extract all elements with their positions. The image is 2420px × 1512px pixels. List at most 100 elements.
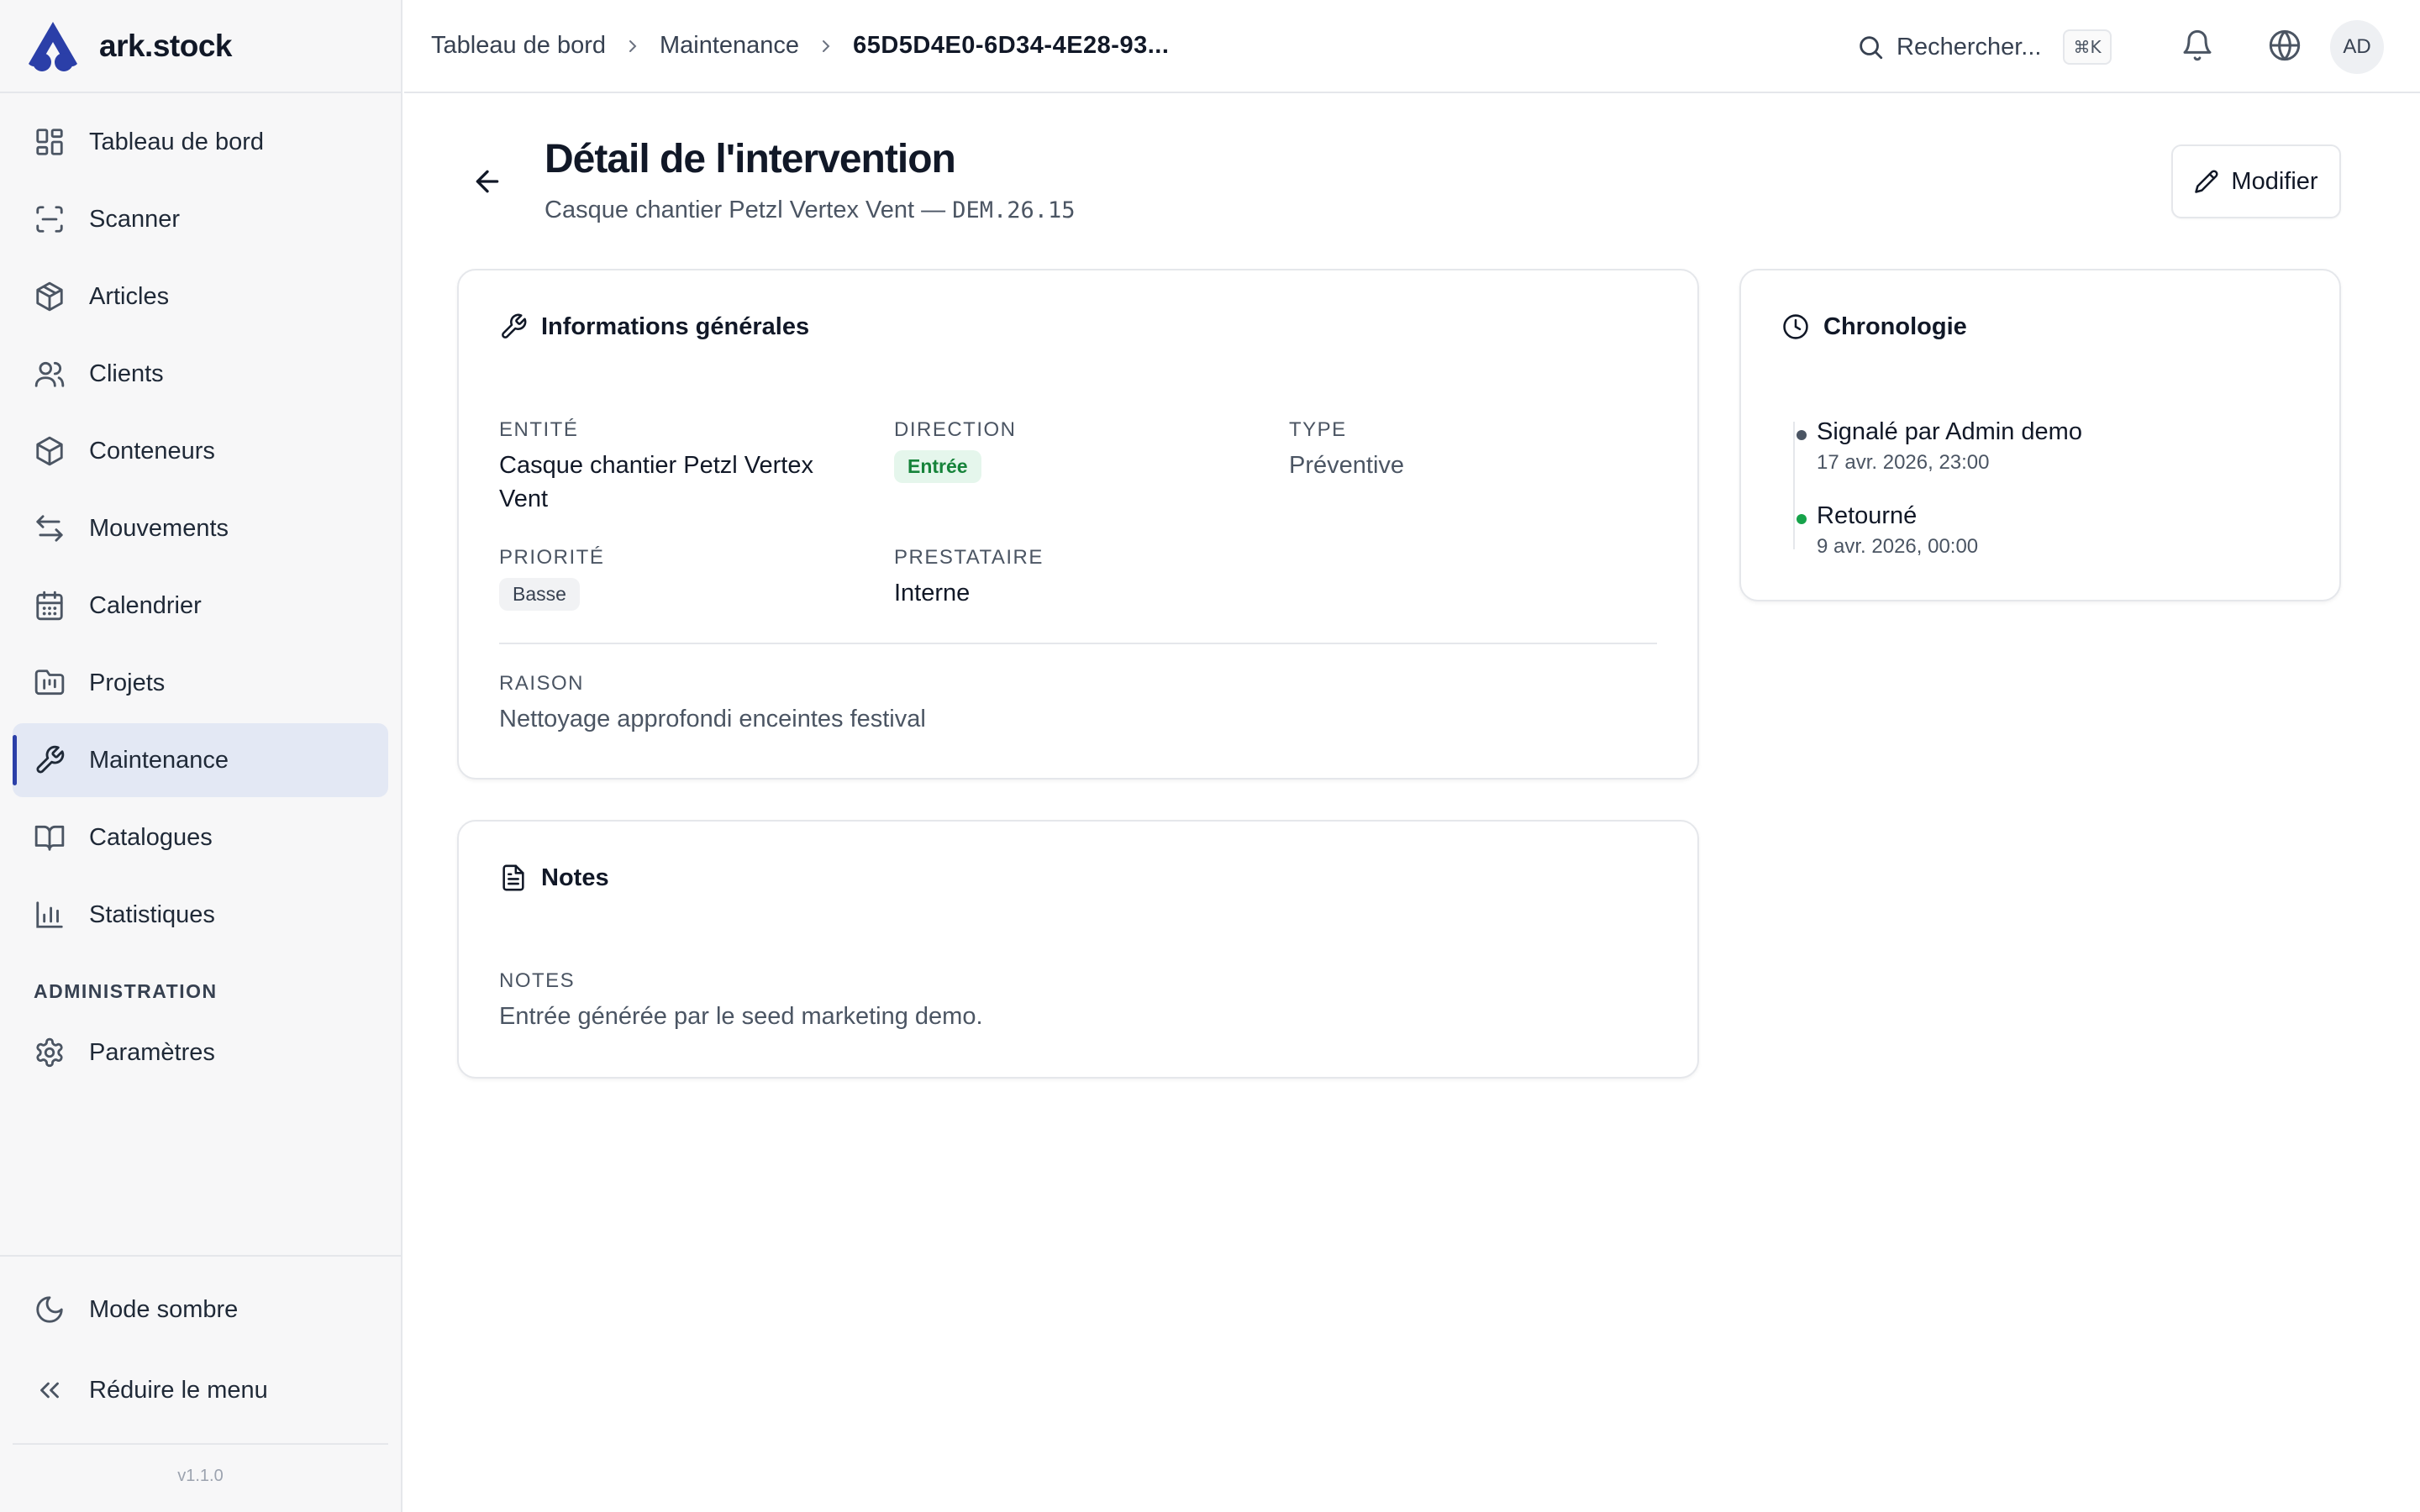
timeline-event-date: 17 avr. 2026, 23:00 xyxy=(1817,451,1990,474)
field-priority: Priorité Basse xyxy=(499,546,604,611)
field-direction: Direction Entrée xyxy=(894,418,1017,483)
subtitle-entity: Casque chantier Petzl Vertex Vent — xyxy=(544,197,953,223)
collapse-menu-button[interactable]: Réduire le menu xyxy=(13,1352,388,1428)
field-reason: Raison Nettoyage approfondi enceintes fe… xyxy=(499,672,926,736)
field-label: Raison xyxy=(499,672,585,695)
sidebar-item-projets[interactable]: Projets xyxy=(13,646,388,720)
field-value: Nettoyage approfondi enceintes festival xyxy=(499,706,926,732)
box-icon xyxy=(36,281,63,312)
timeline-card: Chronologie Signalé par Admin demo 17 av… xyxy=(1739,269,2341,601)
page-title: Détail de l'intervention xyxy=(544,137,956,181)
container-icon xyxy=(36,436,63,466)
breadcrumb-item-maintenance[interactable]: Maintenance xyxy=(660,32,799,60)
field-value: Entrée générée par le seed marketing dem… xyxy=(499,1003,983,1030)
card-title: Notes xyxy=(541,864,609,891)
sidebar-item-calendrier[interactable]: Calendrier xyxy=(13,569,388,643)
scan-icon xyxy=(36,206,63,233)
sidebar-item-maintenance[interactable]: Maintenance xyxy=(13,723,388,797)
divider xyxy=(499,643,1657,644)
app-name: ark.stock xyxy=(99,28,233,63)
sidebar-item-conteneurs[interactable]: Conteneurs xyxy=(13,414,388,488)
sidebar-item-label: Maintenance xyxy=(89,746,229,774)
dashboard-icon xyxy=(36,129,63,155)
version-label: v1.1.0 xyxy=(177,1467,224,1485)
field-notes: Notes Entrée générée par le seed marketi… xyxy=(499,969,983,1033)
priority-badge: Basse xyxy=(499,578,580,611)
sidebar-item-tableau-de-bord[interactable]: Tableau de bord xyxy=(13,105,388,179)
timeline-line xyxy=(1793,422,1795,549)
bell-icon[interactable] xyxy=(2181,29,2214,62)
sidebar-item-label: Scanner xyxy=(89,205,181,233)
sidebar-item-parametres[interactable]: Paramètres xyxy=(13,1016,388,1089)
app-version: v1.1.0 xyxy=(13,1443,388,1486)
sidebar-item-label: Clients xyxy=(89,360,164,387)
sidebar-footer: Mode sombre Réduire le menu xyxy=(0,1255,401,1433)
calendar-icon xyxy=(36,591,63,621)
timeline-dot xyxy=(1797,430,1807,440)
clock-icon xyxy=(1783,314,1808,339)
dark-mode-toggle[interactable]: Mode sombre xyxy=(13,1272,388,1347)
arrows-exchange-icon xyxy=(36,515,63,542)
sidebar-item-clients[interactable]: Clients xyxy=(13,337,388,411)
breadcrumb-item-current: 65D5D4E0-6D34-4E28-93... xyxy=(853,32,1170,59)
wrench-icon xyxy=(502,313,527,339)
breadcrumb: Tableau de bord Maintenance 65D5D4E0-6D3… xyxy=(431,32,1169,60)
book-open-icon xyxy=(34,825,65,851)
sidebar-item-label: Tableau de bord xyxy=(89,128,264,155)
file-text-icon xyxy=(502,864,524,891)
sidebar-item-label: Projets xyxy=(89,669,166,696)
sidebar-item-label: Catalogues xyxy=(89,823,213,851)
sidebar-item-label: Calendrier xyxy=(89,591,202,619)
subtitle-code: DEM.26.15 xyxy=(952,197,1076,223)
timeline-event-title: Signalé par Admin demo xyxy=(1817,418,2082,445)
brand[interactable]: ark.stock xyxy=(0,0,401,93)
search-button[interactable]: Rechercher... ⌘K xyxy=(1856,25,2112,69)
edit-button[interactable]: Modifier xyxy=(2171,144,2341,218)
timeline-event-date: 9 avr. 2026, 00:00 xyxy=(1817,535,1979,558)
globe-icon[interactable] xyxy=(2268,29,2302,62)
sidebar-item-catalogues[interactable]: Catalogues xyxy=(13,801,388,874)
search-label: Rechercher... xyxy=(1897,33,2042,60)
field-label: Notes xyxy=(499,969,576,992)
timeline-event: Signalé par Admin demo 17 avr. 2026, 23:… xyxy=(1797,418,2082,475)
folder-kanban-icon xyxy=(34,669,65,696)
chevron-right-icon xyxy=(823,39,830,52)
field-entity: Entité Casque chantier Petzl Vertex Vent xyxy=(499,418,852,516)
field-value: Préventive xyxy=(1289,452,1405,479)
avatar[interactable]: AD xyxy=(2330,20,2384,74)
topbar: Tableau de bord Maintenance 65D5D4E0-6D3… xyxy=(404,0,2420,93)
users-icon xyxy=(34,361,65,387)
edit-label: Modifier xyxy=(2231,167,2318,195)
card-header: Informations générales xyxy=(499,312,809,341)
card-title: Chronologie xyxy=(1823,312,1967,340)
dark-mode-label: Mode sombre xyxy=(89,1295,239,1323)
field-value: Casque chantier Petzl Vertex Vent xyxy=(499,452,813,512)
breadcrumb-item-dashboard[interactable]: Tableau de bord xyxy=(431,32,606,60)
timeline-dot xyxy=(1797,514,1807,524)
sidebar-item-mouvements[interactable]: Mouvements xyxy=(13,491,388,565)
card-header: Chronologie xyxy=(1781,312,1967,341)
field-label: Prestataire xyxy=(894,546,1044,569)
bar-chart-icon xyxy=(36,901,63,928)
sidebar-item-statistiques[interactable]: Statistiques xyxy=(13,878,388,952)
general-info-card: Informations générales Entité Casque cha… xyxy=(457,269,1699,780)
field-label: Type xyxy=(1289,418,1347,441)
sidebar-item-label: Paramètres xyxy=(89,1038,215,1066)
chevrons-left-icon xyxy=(40,1382,59,1399)
card-title: Informations générales xyxy=(541,312,810,340)
sidebar-item-articles[interactable]: Articles xyxy=(13,260,388,333)
sidebar-item-scanner[interactable]: Scanner xyxy=(13,182,388,256)
sidebar-item-label: Articles xyxy=(89,282,170,310)
chevron-right-icon xyxy=(629,39,637,52)
search-icon xyxy=(1860,36,1883,60)
field-type: Type Préventive xyxy=(1289,418,1404,482)
page-subtitle: Casque chantier Petzl Vertex Vent — DEM.… xyxy=(544,197,1076,224)
pencil-icon xyxy=(2195,170,2218,193)
field-label: Direction xyxy=(894,418,1017,441)
sidebar-item-label: Statistiques xyxy=(89,900,215,928)
field-label: Entité xyxy=(499,418,579,441)
wrench-icon xyxy=(36,745,65,774)
arrow-left-icon[interactable] xyxy=(471,165,504,198)
sidebar-item-label: Mouvements xyxy=(89,514,229,542)
field-provider: Prestataire Interne xyxy=(894,546,1044,610)
